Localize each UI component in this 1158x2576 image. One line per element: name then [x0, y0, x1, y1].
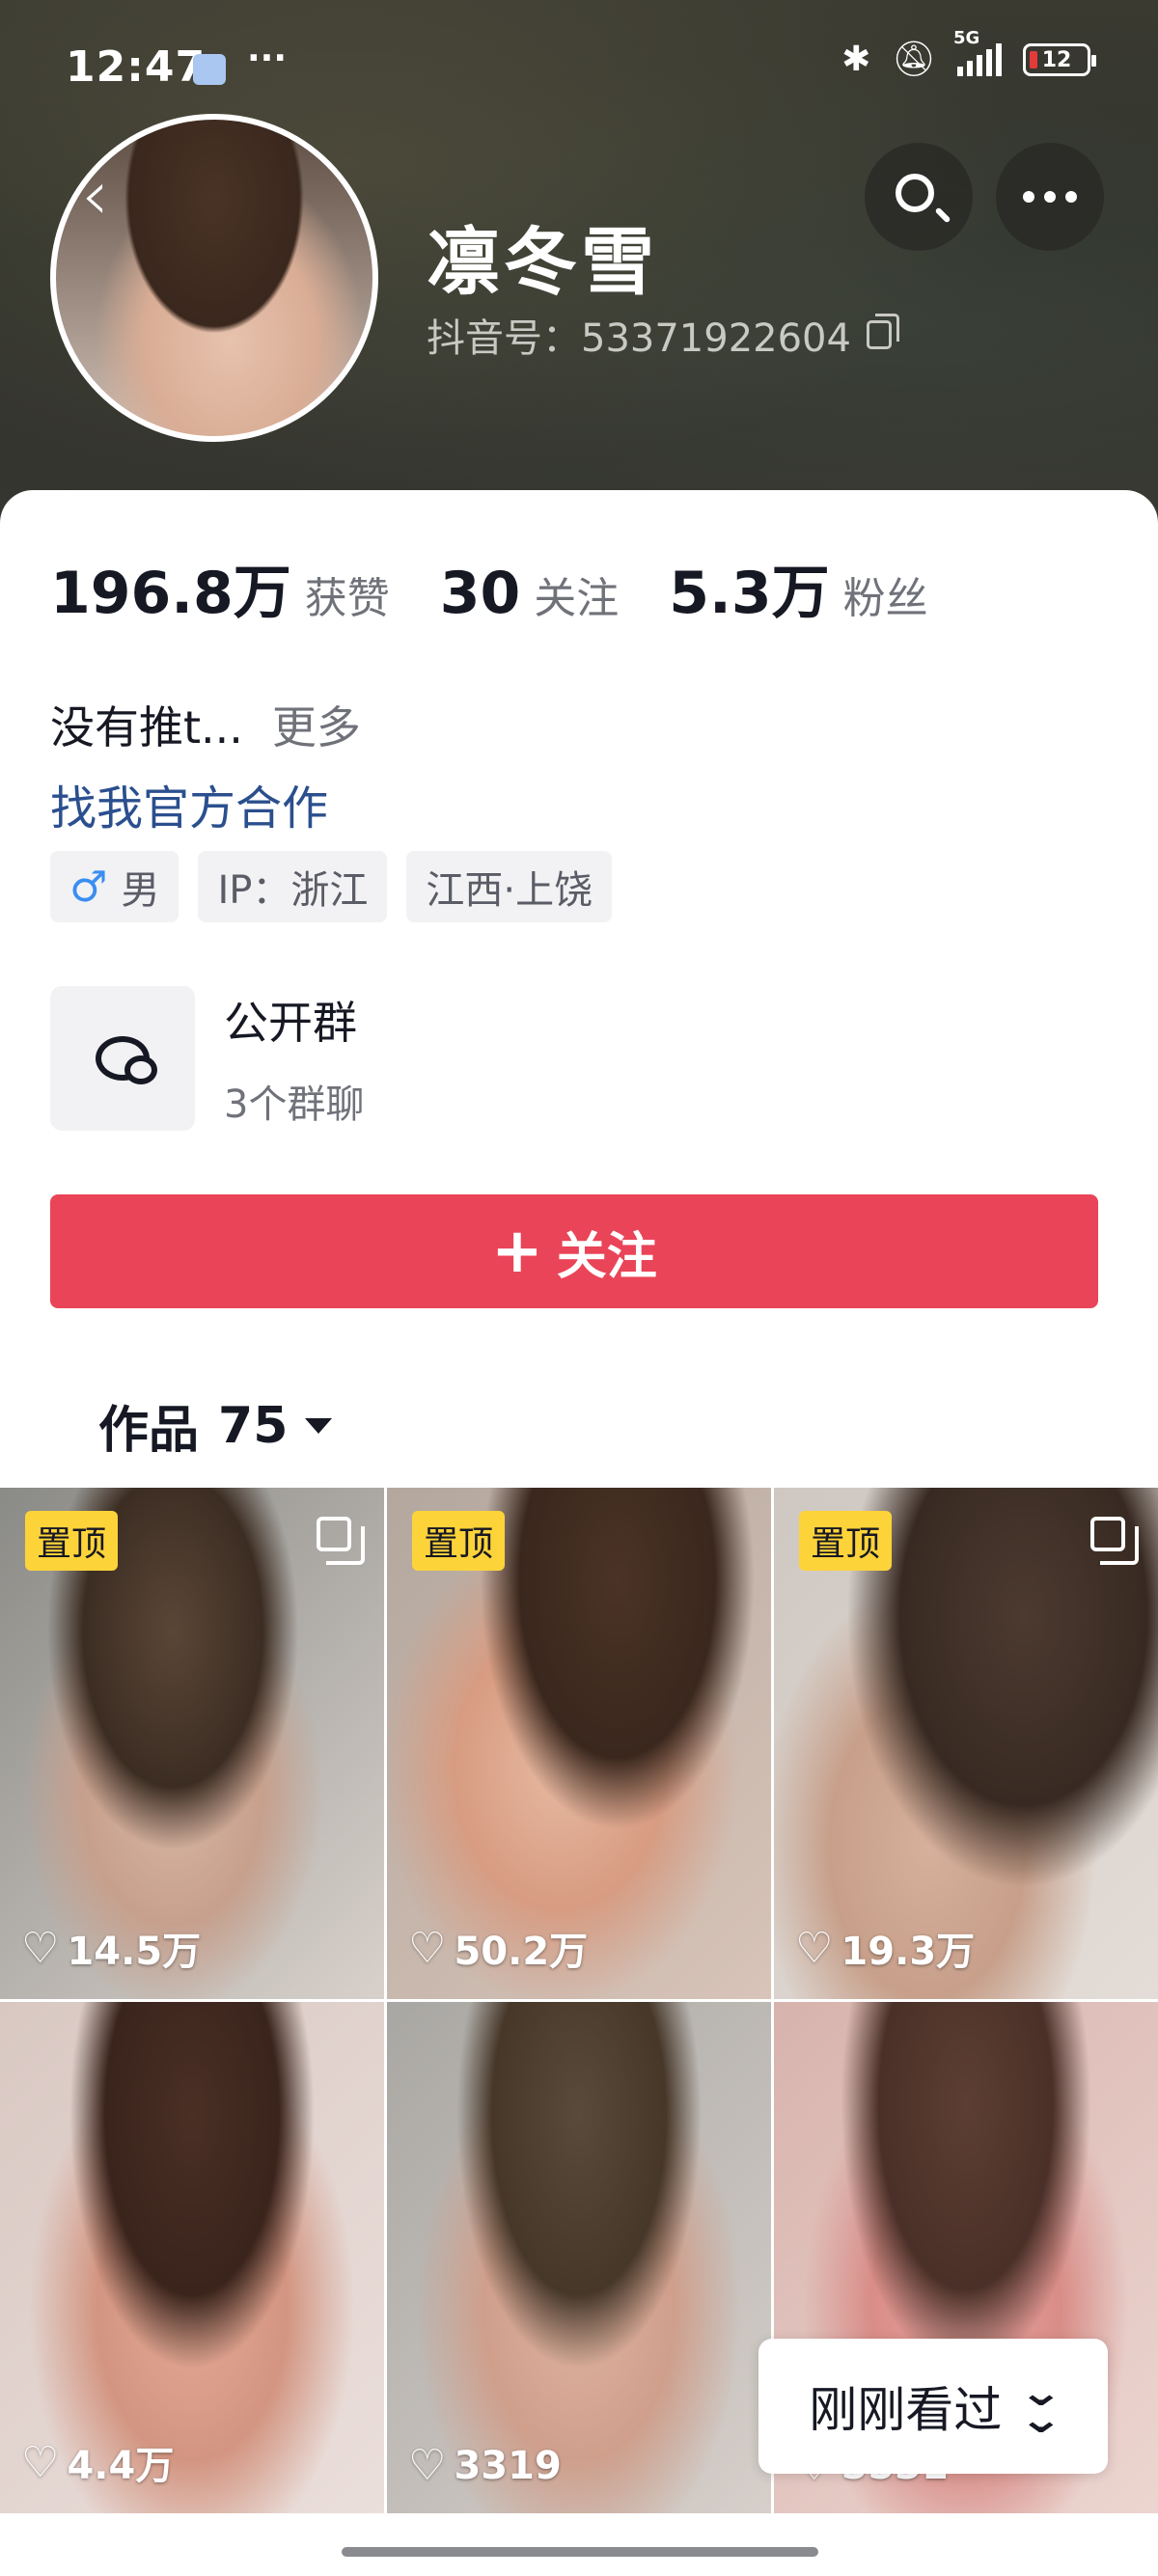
battery-level: 12 — [1041, 47, 1072, 72]
profile-id-text: 抖音号：53371922604 — [427, 316, 851, 361]
likes-count: 50.2万 — [454, 1930, 589, 1974]
app-notification-icon — [193, 54, 226, 85]
search-button[interactable] — [865, 143, 973, 251]
stat-likes[interactable]: 196.8万 获赞 — [50, 546, 390, 630]
recently-viewed-button[interactable]: 刚刚看过 ⌄ ⌄ — [758, 2339, 1108, 2474]
pinned-badge: 置顶 — [25, 1511, 119, 1571]
location-tag: 江西·上饶 — [406, 851, 613, 922]
multi-image-icon — [1090, 1517, 1139, 1565]
video-tile[interactable]: 置顶 ♡ 14.5万 — [0, 1488, 384, 1999]
stat-followers[interactable]: 5.3万 粉丝 — [669, 546, 927, 630]
heart-icon: ♡ — [408, 1923, 447, 1973]
likes-count: 3319 — [454, 2443, 562, 2488]
mute-icon: 🔕︎ — [892, 40, 936, 79]
follow-button[interactable]: + 关注 — [50, 1194, 1098, 1308]
likes-count: 4.4万 — [67, 2444, 175, 2488]
tile-likes: ♡ 14.5万 — [21, 1920, 201, 1976]
home-indicator[interactable] — [342, 2547, 818, 2557]
tile-likes: ♡ 50.2万 — [408, 1920, 588, 1976]
bio-text: 没有推t... — [50, 701, 243, 754]
caret-down-icon — [305, 1417, 333, 1434]
likes-count: 19.3万 — [841, 1930, 976, 1974]
pinned-badge: 置顶 — [799, 1511, 893, 1571]
stat-label: 关注 — [534, 574, 620, 623]
stat-value: 196.8万 — [50, 560, 291, 627]
back-icon[interactable]: ‹ — [81, 160, 109, 230]
status-overflow: ··· — [247, 39, 288, 78]
video-tile[interactable]: 置顶 ♡ 19.3万 — [774, 1488, 1158, 1999]
tile-likes: ♡ 19.3万 — [795, 1920, 975, 1976]
group-title: 公开群 — [224, 997, 357, 1049]
stats-row: 196.8万 获赞 30 关注 5.3万 粉丝 — [50, 546, 979, 630]
profile-header: 12:47 ··· ✱ 🔕︎ 5G 12 ‹ 凛冬雪 抖音号：533719226… — [0, 0, 1158, 540]
battery-icon: 12 — [1023, 43, 1096, 76]
double-chevron-down-icon: ⌄ ⌄ — [1018, 2370, 1064, 2442]
gender-tag: ♂ 男 — [50, 851, 179, 922]
video-tile[interactable]: ♡ 3319 — [387, 2002, 771, 2513]
more-button[interactable] — [996, 143, 1104, 251]
stat-label: 获赞 — [304, 574, 390, 623]
bluetooth-icon: ✱ — [841, 40, 871, 79]
works-label: 作品 — [98, 1402, 200, 1460]
stat-label: 粉丝 — [842, 574, 928, 623]
group-icon-box — [50, 986, 195, 1131]
collaboration-link[interactable]: 找我官方合作 — [50, 770, 328, 837]
bio-more-link[interactable]: 更多 — [272, 701, 361, 754]
chat-bubbles-icon — [96, 1036, 157, 1084]
pinned-badge: 置顶 — [412, 1511, 506, 1571]
status-bar: 12:47 ··· ✱ 🔕︎ 5G 12 — [0, 0, 1158, 135]
stat-value: 30 — [439, 560, 521, 627]
bio: 没有推t... 更多 — [50, 693, 361, 756]
stat-value: 5.3万 — [669, 560, 830, 627]
profile-id[interactable]: 抖音号：53371922604 — [427, 307, 899, 363]
group-text: 公开群 3个群聊 — [224, 988, 364, 1129]
tile-likes: ♡ 4.4万 — [21, 2434, 174, 2490]
gender-label: 男 — [121, 868, 160, 913]
recently-viewed-label: 刚刚看过 — [809, 2382, 1003, 2438]
stat-following[interactable]: 30 关注 — [440, 560, 620, 627]
search-icon — [896, 174, 934, 212]
network-type: 5G — [953, 28, 980, 48]
more-icon — [1023, 191, 1077, 203]
works-count: 75 — [218, 1396, 289, 1455]
heart-icon: ♡ — [408, 2441, 447, 2490]
video-tile[interactable]: 置顶 ♡ 50.2万 — [387, 1488, 771, 1999]
status-icons: ✱ 🔕︎ 5G 12 — [841, 28, 1096, 79]
profile-tags: ♂ 男 IP：浙江 江西·上饶 — [50, 851, 613, 922]
tile-likes: ♡ 3319 — [408, 2441, 562, 2490]
tab-works[interactable]: 作品 75 — [98, 1389, 333, 1462]
likes-count: 14.5万 — [67, 1930, 202, 1974]
heart-icon: ♡ — [21, 1923, 60, 1973]
ip-tag: IP：浙江 — [198, 851, 388, 922]
heart-icon: ♡ — [21, 2437, 60, 2487]
follow-label: 关注 — [556, 1227, 657, 1286]
multi-image-icon — [317, 1517, 365, 1565]
heart-icon: ♡ — [795, 1923, 834, 1973]
male-icon: ♂ — [69, 862, 108, 912]
status-time: 12:47 — [66, 42, 207, 92]
signal-icon: 5G — [953, 28, 1002, 76]
plus-icon: + — [491, 1216, 543, 1287]
copy-icon[interactable] — [866, 314, 899, 349]
profile-name: 凛冬雪 — [427, 219, 658, 305]
group-subtitle: 3个群聊 — [224, 1082, 365, 1127]
public-group-entry[interactable]: 公开群 3个群聊 — [50, 986, 364, 1131]
video-tile[interactable]: ♡ 4.4万 — [0, 2002, 384, 2513]
